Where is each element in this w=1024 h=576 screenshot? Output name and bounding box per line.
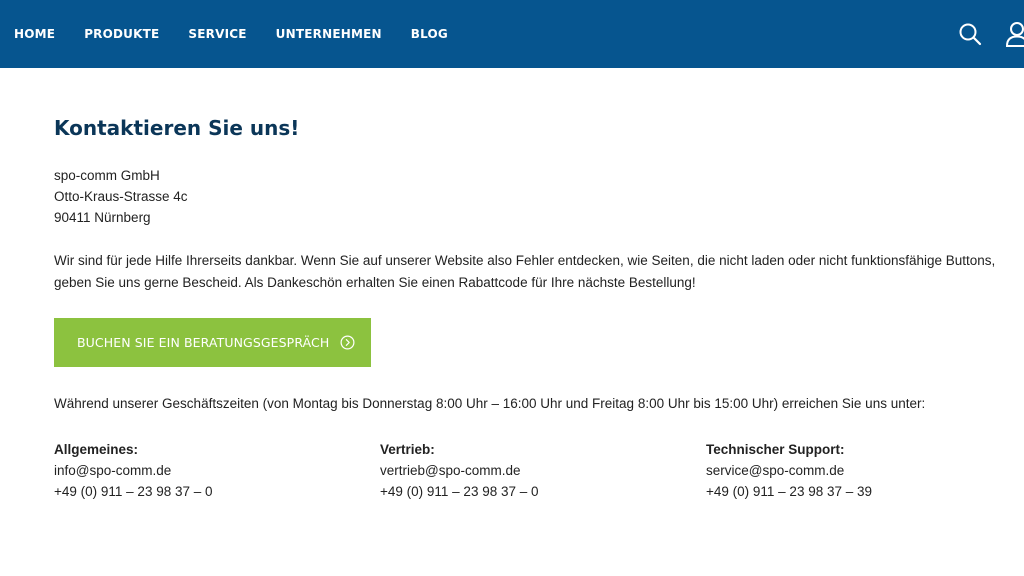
contact-support-phone[interactable]: +49 (0) 911 – 23 98 37 – 39 xyxy=(706,481,872,502)
contact-general: Allgemeines: info@spo-comm.de +49 (0) 91… xyxy=(54,439,213,502)
chevron-circle-right-icon xyxy=(340,335,355,350)
address-company-name: spo-comm GmbH xyxy=(54,168,160,183)
nav-produkte-link[interactable]: PRODUKTE xyxy=(84,27,159,41)
nav-home-link[interactable]: HOME xyxy=(14,27,55,41)
search-icon[interactable] xyxy=(958,22,982,46)
company-address: spo-comm GmbH Otto-Kraus-Strasse 4c 9041… xyxy=(54,165,188,228)
contact-sales: Vertrieb: vertrieb@spo-comm.de +49 (0) 9… xyxy=(380,439,539,502)
book-consultation-button[interactable]: BUCHEN SIE EIN BERATUNGSGESPRÄCH xyxy=(54,318,371,367)
top-navigation-bar: HOME PRODUKTE SERVICE UNTERNEHMEN BLOG xyxy=(0,0,1024,68)
nav-service-link[interactable]: SERVICE xyxy=(188,27,246,41)
user-icon[interactable] xyxy=(1005,21,1024,47)
page-title: Kontaktieren Sie uns! xyxy=(54,116,300,140)
contact-support-heading: Technischer Support: xyxy=(706,442,845,457)
intro-paragraph: Wir sind für jede Hilfe Ihrerseits dankb… xyxy=(54,253,996,290)
contact-sales-heading: Vertrieb: xyxy=(380,442,435,457)
contact-support-email[interactable]: service@spo-comm.de xyxy=(706,460,872,481)
contact-general-email[interactable]: info@spo-comm.de xyxy=(54,460,213,481)
contact-support: Technischer Support: service@spo-comm.de… xyxy=(706,439,872,502)
contact-sales-phone[interactable]: +49 (0) 911 – 23 98 37 – 0 xyxy=(380,481,539,502)
address-city: 90411 Nürnberg xyxy=(54,210,151,225)
nav-unternehmen-link[interactable]: UNTERNEHMEN xyxy=(276,27,382,41)
main-nav: HOME PRODUKTE SERVICE UNTERNEHMEN BLOG xyxy=(14,0,477,68)
contact-general-phone[interactable]: +49 (0) 911 – 23 98 37 – 0 xyxy=(54,481,213,502)
contact-sales-email[interactable]: vertrieb@spo-comm.de xyxy=(380,460,539,481)
contact-general-heading: Allgemeines: xyxy=(54,442,139,457)
nav-blog-link[interactable]: BLOG xyxy=(411,27,448,41)
book-consultation-label: BUCHEN SIE EIN BERATUNGSGESPRÄCH xyxy=(77,335,330,350)
address-street: Otto-Kraus-Strasse 4c xyxy=(54,189,188,204)
business-hours-text: Während unserer Geschäftszeiten (von Mon… xyxy=(54,396,926,411)
